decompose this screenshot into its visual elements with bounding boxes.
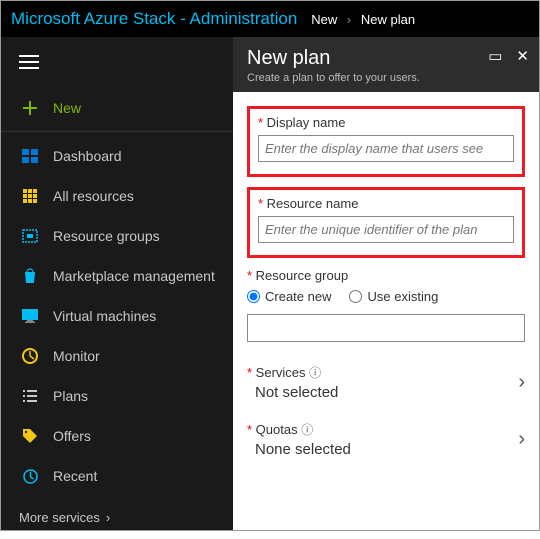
shopping-bag-icon [19, 267, 41, 285]
new-plan-blade: New plan Create a plan to offer to your … [233, 37, 539, 530]
dashboard-icon [19, 147, 41, 165]
sidebar-item-all-resources[interactable]: All resources [1, 176, 233, 216]
chevron-right-icon: › [518, 428, 525, 451]
maximize-icon[interactable]: ▭ [488, 47, 502, 65]
more-services-label: More services [19, 510, 100, 525]
chevron-right-icon: › [347, 12, 351, 27]
radio-use-existing[interactable]: Use existing [349, 289, 438, 304]
tag-icon [19, 427, 41, 445]
blade-header: New plan Create a plan to offer to your … [233, 37, 539, 92]
display-name-label: Display name [258, 115, 514, 130]
breadcrumb-item-new[interactable]: New [311, 12, 337, 27]
quotas-label: Quotas [247, 422, 298, 437]
resource-name-input[interactable] [258, 216, 514, 243]
blade-subtitle: Create a plan to offer to your users. [247, 72, 525, 84]
chevron-right-icon: › [106, 510, 110, 525]
services-selector[interactable]: Services ⓘ Not selected › [247, 358, 525, 415]
info-icon[interactable]: ⓘ [301, 423, 313, 437]
radio-use-existing-label: Use existing [367, 289, 438, 304]
sidebar-item-offers[interactable]: Offers [1, 416, 233, 456]
hamburger-button[interactable] [1, 41, 233, 88]
sidebar-item-label: Offers [53, 428, 91, 444]
grid-icon [19, 187, 41, 205]
sidebar-item-new[interactable]: New [1, 88, 233, 132]
sidebar-item-virtual-machines[interactable]: Virtual machines [1, 296, 233, 336]
radio-create-new[interactable]: Create new [247, 289, 331, 304]
sidebar-item-label: All resources [53, 188, 134, 204]
quotas-value: None selected [247, 441, 351, 458]
blade-title: New plan [247, 47, 525, 70]
app-title: Microsoft Azure Stack - Administration [11, 9, 297, 29]
breadcrumb-item-newplan[interactable]: New plan [361, 12, 415, 27]
info-icon[interactable]: ⓘ [309, 366, 321, 380]
sidebar-item-label: Dashboard [53, 148, 122, 164]
display-name-group: Display name [247, 106, 525, 177]
sidebar-item-label: Plans [53, 388, 88, 404]
resource-group-radios: Create new Use existing [247, 289, 525, 304]
blade-body: Display name Resource name Resource grou… [233, 92, 539, 472]
sidebar-item-label: Resource groups [53, 228, 160, 244]
sidebar-item-plans[interactable]: Plans [1, 376, 233, 416]
sidebar-item-dashboard[interactable]: Dashboard [1, 136, 233, 176]
vm-icon [19, 307, 41, 325]
sidebar-item-label: New [53, 100, 81, 116]
resource-group-label: Resource group [247, 268, 525, 283]
resource-group-input[interactable] [247, 314, 525, 342]
chevron-right-icon: › [518, 371, 525, 394]
sidebar-item-label: Marketplace management [53, 268, 215, 284]
list-icon [19, 387, 41, 405]
monitor-icon [19, 347, 41, 365]
sidebar: New Dashboard All resources Resource gro… [1, 37, 233, 530]
radio-use-existing-input[interactable] [349, 290, 362, 303]
sidebar-item-monitor[interactable]: Monitor [1, 336, 233, 376]
services-value: Not selected [247, 384, 338, 401]
services-label: Services [247, 365, 306, 380]
clock-icon [19, 467, 41, 485]
sidebar-item-label: Recent [53, 468, 97, 484]
radio-create-new-label: Create new [265, 289, 331, 304]
display-name-input[interactable] [258, 135, 514, 162]
more-services-link[interactable]: More services › [1, 496, 233, 539]
sidebar-item-label: Virtual machines [53, 308, 156, 324]
resource-name-label: Resource name [258, 196, 514, 211]
close-icon[interactable]: ✕ [516, 47, 529, 65]
top-bar: Microsoft Azure Stack - Administration N… [1, 1, 539, 37]
plus-icon [19, 99, 41, 117]
sidebar-item-marketplace[interactable]: Marketplace management [1, 256, 233, 296]
radio-create-new-input[interactable] [247, 290, 260, 303]
quotas-selector[interactable]: Quotas ⓘ None selected › [247, 415, 525, 472]
resource-name-group: Resource name [247, 187, 525, 258]
sidebar-item-resource-groups[interactable]: Resource groups [1, 216, 233, 256]
sidebar-item-label: Monitor [53, 348, 100, 364]
breadcrumb: New › New plan [311, 12, 415, 27]
resource-group-icon [19, 227, 41, 245]
sidebar-item-recent[interactable]: Recent [1, 456, 233, 496]
